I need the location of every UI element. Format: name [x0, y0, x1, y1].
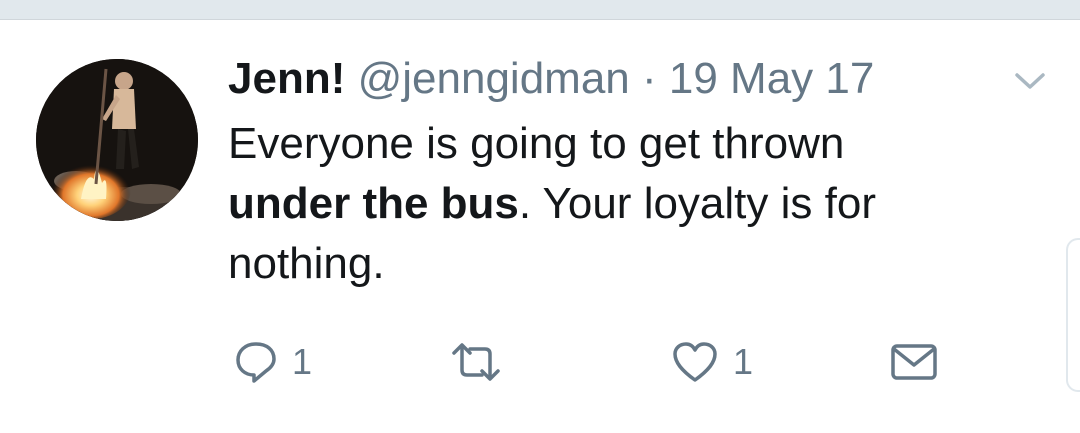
display-name[interactable]: Jenn! — [228, 54, 345, 103]
like-count: 1 — [733, 341, 754, 382]
tweet-text-line1: Everyone is going to get thrown — [228, 119, 845, 168]
tweet-text: Everyone is going to get thrown under th… — [228, 114, 1008, 294]
retweet-button[interactable] — [450, 336, 516, 388]
tweet-header: Jenn! @jenngidman · 19 May 17 — [228, 52, 874, 106]
tweet-actions: 1 1 — [0, 336, 1080, 388]
avatar-photo — [36, 59, 198, 221]
chevron-down-icon[interactable] — [1014, 70, 1046, 92]
tweet-text-bold: under the bus — [228, 179, 519, 228]
tweet-date[interactable]: 19 May 17 — [669, 54, 874, 103]
reply-button[interactable]: 1 — [234, 336, 312, 388]
reply-icon — [234, 340, 278, 384]
heart-icon — [671, 340, 719, 384]
envelope-icon — [890, 342, 938, 382]
direct-message-button[interactable] — [890, 336, 938, 388]
top-divider-strip — [0, 0, 1080, 20]
like-button[interactable]: 1 — [671, 336, 753, 388]
separator-dot: · — [642, 54, 657, 103]
reply-count: 1 — [292, 341, 313, 382]
avatar[interactable] — [36, 59, 198, 221]
retweet-icon — [450, 342, 502, 382]
user-handle[interactable]: @jenngidman — [358, 54, 630, 103]
